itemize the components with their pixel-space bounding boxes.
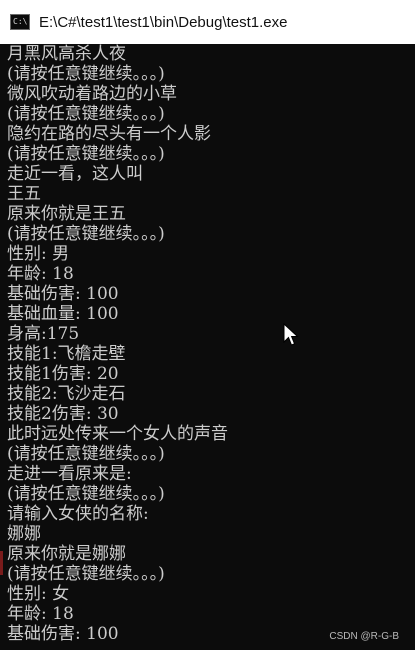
console-line: 身高:175 bbox=[7, 324, 80, 344]
console-line: 请输入女侠的名称: bbox=[7, 504, 149, 524]
console-line: (请按任意键继续。。。) bbox=[7, 144, 165, 164]
console-line: 性别: 男 bbox=[7, 244, 70, 264]
console-line: 娜娜 bbox=[7, 524, 41, 544]
console-line: 年龄: 18 bbox=[7, 604, 74, 624]
title-bar[interactable]: C:\ E:\C#\test1\test1\bin\Debug\test1.ex… bbox=[0, 0, 415, 44]
console-line: 技能2:飞沙走石 bbox=[7, 384, 126, 404]
console-window: C:\ E:\C#\test1\test1\bin\Debug\test1.ex… bbox=[0, 0, 415, 650]
console-line: 隐约在路的尽头有一个人影 bbox=[7, 124, 211, 144]
console-line: 微风吹动着路边的小草 bbox=[7, 84, 177, 104]
console-line: 月黑风高杀人夜 bbox=[7, 44, 126, 64]
console-line: (请按任意键继续。。。) bbox=[7, 64, 165, 84]
console-line: (请按任意键继续。。。) bbox=[7, 104, 165, 124]
console-line: (请按任意键继续。。。) bbox=[7, 224, 165, 244]
console-line: 技能1伤害: 20 bbox=[7, 364, 119, 384]
console-line: 基础伤害: 100 bbox=[7, 624, 119, 644]
console-line: 技能2伤害: 30 bbox=[7, 404, 119, 424]
console-line: 性别: 女 bbox=[7, 584, 70, 604]
console-line: 年龄: 18 bbox=[7, 264, 74, 284]
app-icon-glyph: C:\ bbox=[13, 17, 28, 26]
console-line: 走进一看原来是: bbox=[7, 464, 132, 484]
console-line: 此时远处传来一个女人的声音 bbox=[7, 424, 228, 444]
console-line: 技能1:飞檐走壁 bbox=[7, 344, 126, 364]
left-edge-mark bbox=[0, 551, 3, 575]
console-app-icon[interactable]: C:\ bbox=[10, 14, 30, 30]
window-title: E:\C#\test1\test1\bin\Debug\test1.exe bbox=[39, 13, 288, 31]
console-line: (请按任意键继续。。。) bbox=[7, 484, 165, 504]
mouse-pointer-icon bbox=[283, 323, 299, 346]
console-line: (请按任意键继续。。。) bbox=[7, 444, 165, 464]
console-line: 原来你就是王五 bbox=[7, 204, 126, 224]
console-line: 基础伤害: 100 bbox=[7, 284, 119, 304]
console-line: 基础血量: 100 bbox=[7, 304, 119, 324]
console-line: 原来你就是娜娜 bbox=[7, 544, 126, 564]
console-line: (请按任意键继续。。。) bbox=[7, 564, 165, 584]
csdn-watermark: CSDN @R-G-B bbox=[329, 631, 399, 642]
console-line: 王五 bbox=[7, 184, 41, 204]
console-line: 走近一看，这人叫 bbox=[7, 164, 143, 184]
console-output[interactable]: 基础伤害: 100 年龄: 18 性别: 女 (请按任意键继续。。。) 原来你就是娜娜娜… bbox=[0, 44, 415, 650]
